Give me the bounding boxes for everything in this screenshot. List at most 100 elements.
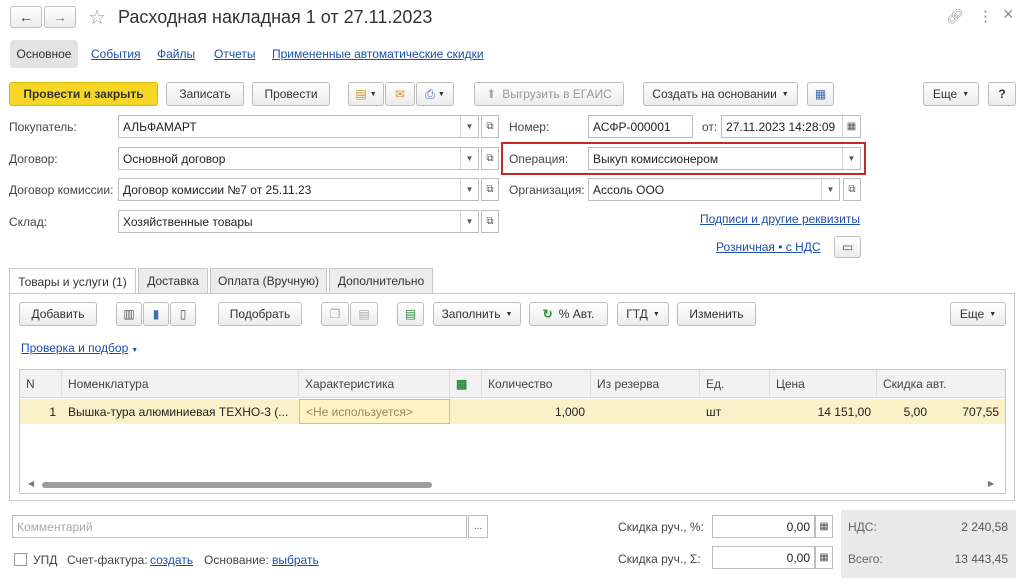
row-price[interactable]: 14 151,00 xyxy=(770,399,877,424)
change-button[interactable]: Изменить xyxy=(677,302,756,326)
calculator-button[interactable]: ▦ xyxy=(815,515,833,538)
more-label: Еще xyxy=(932,87,958,101)
export-egais-button[interactable]: ⬆ Выгрузить в ЕГАИС xyxy=(474,82,624,106)
row-item[interactable]: Вышка-тура алюминиевая ТЕХНО-3 (... xyxy=(62,399,299,424)
link-icon[interactable]: 🔗︎ xyxy=(946,8,964,25)
comment-expand-button[interactable]: ... xyxy=(468,515,488,538)
upd-checkbox[interactable] xyxy=(14,553,27,566)
col-characteristic[interactable]: Характеристика xyxy=(299,370,450,397)
signatures-link[interactable]: Подписи и другие реквизиты xyxy=(700,212,860,226)
scrollbar-thumb[interactable] xyxy=(42,482,432,488)
close-icon[interactable]: × xyxy=(1003,4,1014,25)
chevron-down-icon[interactable]: ▼ xyxy=(460,148,478,169)
post-button[interactable]: Провести xyxy=(252,82,330,106)
open-icon: ⧉ xyxy=(486,184,494,195)
tsd-button[interactable]: ▯ xyxy=(170,302,196,326)
scroll-right-icon[interactable]: ▶ xyxy=(988,479,994,488)
col-reserve[interactable]: Из резерва xyxy=(591,370,700,397)
col-n[interactable]: N xyxy=(20,370,62,397)
more-icon[interactable]: ⋮ xyxy=(978,7,993,25)
tab-payment[interactable]: Оплата (Вручную) xyxy=(210,268,327,293)
forward-button[interactable]: → xyxy=(44,6,76,28)
create-based-on-label: Создать на основании xyxy=(652,87,777,101)
print-button[interactable]: ⎙ ▼ xyxy=(416,82,454,106)
tab-goods[interactable]: Товары и услуги (1) xyxy=(9,268,136,294)
buyer-field[interactable]: АЛЬФАМАРТ ▼ xyxy=(118,115,479,138)
scanner-button[interactable]: ▮ xyxy=(143,302,169,326)
basis-select-link[interactable]: выбрать xyxy=(272,553,319,567)
date-field[interactable]: 27.11.2023 14:28:09 ▦ xyxy=(721,115,861,138)
organization-open-button[interactable]: ⧉ xyxy=(843,178,861,201)
section-reports[interactable]: Отчеты xyxy=(214,47,255,61)
tab-delivery[interactable]: Доставка xyxy=(138,268,208,293)
price-type-button[interactable]: ▭ xyxy=(834,236,861,258)
tab-additional[interactable]: Дополнительно xyxy=(329,268,433,293)
table-row[interactable]: 1 Вышка-тура алюминиевая ТЕХНО-3 (... <Н… xyxy=(20,399,1005,424)
more-button[interactable]: Еще ▼ xyxy=(923,82,979,106)
warehouse-field[interactable]: Хозяйственные товары ▼ xyxy=(118,210,479,233)
invoice-create-link[interactable]: создать xyxy=(150,553,193,567)
save-button[interactable]: Записать xyxy=(166,82,244,106)
auto-discount-button[interactable]: ↻ % Авт. xyxy=(529,302,608,326)
barcode-button[interactable]: ▥ xyxy=(116,302,142,326)
col-flag[interactable]: ▦ xyxy=(450,370,482,397)
section-events[interactable]: События xyxy=(91,47,141,61)
manual-discount-pct-field[interactable]: 0,00 xyxy=(712,515,815,538)
fill-button[interactable]: Заполнить ▼ xyxy=(433,302,521,326)
section-files[interactable]: Файлы xyxy=(157,47,195,61)
calculator-button-2[interactable]: ▦ xyxy=(815,546,833,569)
col-price[interactable]: Цена xyxy=(770,370,877,397)
organization-field[interactable]: Ассоль ООО ▼ xyxy=(588,178,840,201)
chevron-down-icon[interactable]: ▼ xyxy=(821,179,839,200)
chevron-down-icon[interactable]: ▼ xyxy=(460,116,478,137)
manual-discount-sum-field[interactable]: 0,00 xyxy=(712,546,815,569)
tsd-icon: ▯ xyxy=(179,307,187,321)
col-auto-discount[interactable]: Скидка авт. xyxy=(877,370,1005,397)
section-main[interactable]: Основное xyxy=(10,40,78,68)
gtd-button[interactable]: ГТД ▼ xyxy=(617,302,669,326)
check-and-pick-link[interactable]: Проверка и подбор ▼ xyxy=(21,341,138,355)
favorite-star-icon[interactable]: ☆ xyxy=(88,5,106,30)
add-row-button[interactable]: Добавить xyxy=(19,302,97,326)
structure-button[interactable]: ▦ xyxy=(807,82,834,106)
email-button[interactable]: ✉ xyxy=(385,82,415,106)
scroll-left-icon[interactable]: ◀ xyxy=(28,479,34,488)
row-unit[interactable]: шт xyxy=(700,399,770,424)
chevron-down-icon[interactable]: ▼ xyxy=(460,179,478,200)
contract-open-button[interactable]: ⧉ xyxy=(481,147,499,170)
col-unit[interactable]: Ед. xyxy=(700,370,770,397)
row-quantity[interactable]: 1,000 xyxy=(482,399,591,424)
horizontal-scrollbar[interactable]: ◀ ▶ xyxy=(20,478,1005,492)
chevron-down-icon[interactable]: ▼ xyxy=(460,211,478,232)
back-arrow-icon: ← xyxy=(19,9,33,25)
copy-rows-button[interactable]: ❐ xyxy=(321,302,349,326)
table-more-button[interactable]: Еще ▼ xyxy=(950,302,1006,326)
row-discount-sum[interactable]: 707,55 xyxy=(933,399,1005,424)
back-button[interactable]: ← xyxy=(10,6,42,28)
commission-contract-open-button[interactable]: ⧉ xyxy=(481,178,499,201)
create-based-on-button[interactable]: Создать на основании ▼ xyxy=(643,82,798,106)
chevron-down-icon[interactable]: ▼ xyxy=(842,148,860,169)
col-item[interactable]: Номенклатура xyxy=(62,370,299,397)
commission-contract-field[interactable]: Договор комиссии №7 от 25.11.23 ▼ xyxy=(118,178,479,201)
row-discount-pct[interactable]: 5,00 xyxy=(877,399,933,424)
contract-field[interactable]: Основной договор ▼ xyxy=(118,147,479,170)
buyer-open-button[interactable]: ⧉ xyxy=(481,115,499,138)
number-field[interactable]: АСФР-000001 xyxy=(588,115,693,138)
calendar-icon[interactable]: ▦ xyxy=(842,116,860,137)
manual-discount-sum-label: Скидка руч., Σ: xyxy=(618,552,701,566)
section-auto-discounts[interactable]: Примененные автоматические скидки xyxy=(272,47,484,61)
col-quantity[interactable]: Количество xyxy=(482,370,591,397)
fill-table-icon-button[interactable]: ▤ xyxy=(397,302,424,326)
comment-field[interactable]: Комментарий xyxy=(12,515,467,538)
row-reserve[interactable] xyxy=(591,399,700,424)
warehouse-open-button[interactable]: ⧉ xyxy=(481,210,499,233)
post-and-close-button[interactable]: Провести и закрыть xyxy=(9,82,158,106)
row-characteristic[interactable]: <Не используется> xyxy=(299,399,450,424)
pick-button[interactable]: Подобрать xyxy=(218,302,302,326)
help-button[interactable]: ? xyxy=(988,82,1016,106)
document-menu-button[interactable]: ▤ ▼ xyxy=(348,82,384,106)
price-type-link[interactable]: Розничная • с НДС xyxy=(716,240,821,254)
paste-rows-button[interactable]: ▤ xyxy=(350,302,378,326)
operation-field[interactable]: Выкуп комиссионером ▼ xyxy=(588,147,861,170)
